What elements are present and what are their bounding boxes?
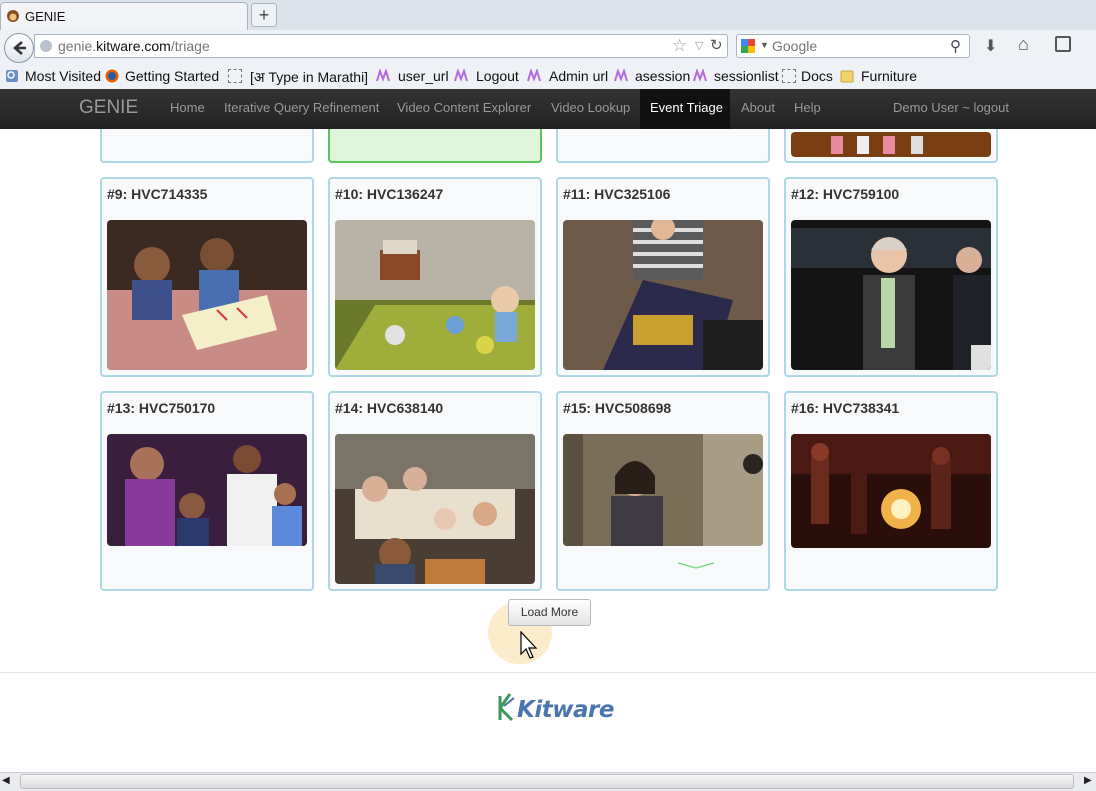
nav-help[interactable]: Help	[794, 100, 821, 115]
video-card[interactable]: #15: HVC508698	[556, 391, 770, 591]
bookmark-furniture[interactable]: Furniture	[861, 68, 917, 84]
scroll-right-icon[interactable]: ▶	[1084, 775, 1092, 786]
video-card-title: #12: HVC759100	[791, 186, 900, 202]
url-text[interactable]: genie.kitware.com/triage	[58, 38, 210, 54]
bookmarklet-icon	[693, 69, 707, 82]
video-card[interactable]: #14: HVC638140	[328, 391, 542, 591]
back-arrow-icon	[13, 41, 26, 55]
scroll-left-icon[interactable]: ◀	[2, 775, 10, 786]
video-card-title: #10: HVC136247	[335, 186, 444, 202]
site-identity-icon[interactable]	[40, 40, 52, 52]
video-card[interactable]: #10: HVC136247	[328, 177, 542, 377]
download-icon[interactable]: ⬇	[984, 36, 997, 56]
collapse-chevron-icon[interactable]	[678, 562, 714, 570]
search-icon[interactable]: ⚲	[950, 37, 961, 55]
bookmark-admin-url[interactable]: Admin url	[549, 68, 608, 84]
bookmarklet-icon	[614, 69, 628, 82]
kitware-logo-icon	[498, 693, 515, 722]
search-input[interactable]: Google	[772, 38, 817, 54]
video-thumbnail	[791, 220, 991, 370]
nav-video-lookup[interactable]: Video Lookup	[551, 100, 630, 115]
video-card-title: #11: HVC325106	[563, 186, 671, 202]
user-logout-link[interactable]: Demo User ~ logout	[893, 100, 1009, 115]
history-dropdown-icon[interactable]: ▽	[695, 39, 703, 52]
search-engine-dropdown-icon[interactable]: ▼	[760, 40, 769, 50]
tab-title: GENIE	[25, 9, 66, 24]
load-more-button[interactable]: Load More	[508, 599, 591, 626]
downloads-panel-icon[interactable]	[1055, 36, 1071, 52]
bookmark-user-url[interactable]: user_url	[398, 68, 449, 84]
video-card[interactable]: #9: HVC714335	[100, 177, 314, 377]
home-icon[interactable]: ⌂	[1018, 34, 1029, 55]
new-tab-button[interactable]: +	[251, 3, 277, 27]
google-search-engine-icon[interactable]	[741, 39, 755, 53]
page-icon	[228, 69, 242, 83]
video-card[interactable]: #11: HVC325106	[556, 177, 770, 377]
bookmark-docs[interactable]: Docs	[801, 68, 833, 84]
bookmarklet-icon	[454, 69, 468, 82]
video-card-title: #13: HVC750170	[107, 400, 216, 416]
video-card-title: #16: HVC738341	[791, 400, 900, 416]
video-card-title: #9: HVC714335	[107, 186, 208, 202]
video-thumbnail	[335, 434, 535, 584]
video-card[interactable]: #13: HVC750170	[100, 391, 314, 591]
page-icon	[782, 69, 796, 83]
bookmark-asession[interactable]: asession	[635, 68, 690, 84]
video-thumbnail	[107, 434, 307, 546]
bookmark-type-in-marathi[interactable]: [अ Type in Marathi]	[250, 68, 368, 87]
nav-home[interactable]: Home	[170, 100, 205, 115]
video-thumbnail	[563, 220, 763, 370]
folder-icon	[840, 70, 854, 83]
bookmark-sessionlist[interactable]: sessionlist	[714, 68, 779, 84]
video-thumbnail	[107, 220, 307, 370]
bookmark-logout[interactable]: Logout	[476, 68, 519, 84]
bookmarklet-icon	[376, 69, 390, 82]
nav-about[interactable]: About	[741, 100, 775, 115]
most-visited-icon	[6, 70, 18, 82]
browser-tab[interactable]: GENIE	[0, 2, 248, 30]
mouse-cursor-icon	[520, 631, 538, 659]
nav-video-content-explorer[interactable]: Video Content Explorer	[397, 100, 531, 115]
brand-logo[interactable]: GENIE	[79, 97, 138, 119]
kitware-logo[interactable]: Kitware	[517, 697, 614, 723]
footer-divider	[0, 672, 1096, 673]
video-card-title: #14: HVC638140	[335, 400, 444, 416]
video-card[interactable]: #16: HVC738341	[784, 391, 998, 591]
bookmark-star-icon[interactable]: ☆	[672, 36, 687, 56]
video-thumbnail	[335, 220, 535, 370]
video-thumbnail	[791, 132, 991, 157]
video-thumbnail	[791, 434, 991, 548]
nav-iterative-query-refinement[interactable]: Iterative Query Refinement	[224, 100, 379, 115]
bookmark-most-visited[interactable]: Most Visited	[25, 68, 101, 84]
bookmark-getting-started[interactable]: Getting Started	[125, 68, 219, 84]
video-thumbnail	[563, 434, 763, 546]
reload-icon[interactable]: ↻	[710, 36, 723, 54]
bookmarklet-icon	[527, 69, 541, 82]
firefox-icon	[105, 69, 119, 83]
genie-favicon-icon	[7, 10, 19, 22]
back-button[interactable]	[4, 33, 34, 63]
nav-event-triage[interactable]: Event Triage	[650, 100, 723, 115]
video-card[interactable]: #12: HVC759100	[784, 177, 998, 377]
video-card-title: #15: HVC508698	[563, 400, 672, 416]
scrollbar-thumb[interactable]	[20, 774, 1074, 789]
